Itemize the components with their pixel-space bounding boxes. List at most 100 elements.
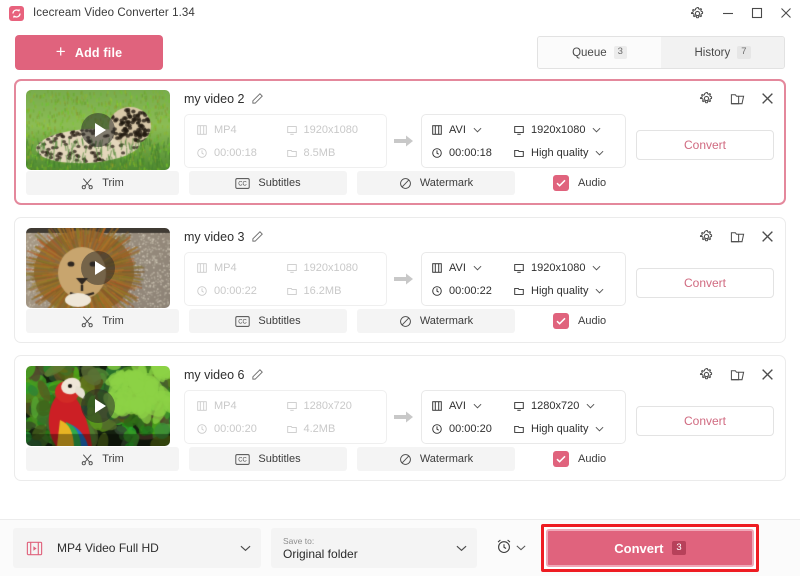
watermark-label: Watermark <box>419 453 474 465</box>
add-file-label: Add file <box>74 45 123 60</box>
trim-button[interactable]: Trim <box>26 309 179 333</box>
trim-button[interactable]: Trim <box>26 447 179 471</box>
card-remove-close-icon[interactable] <box>761 230 774 243</box>
source-info-box: MP4 1920x1080 00:00:18 8.5MB <box>184 114 387 168</box>
output-resolution-row[interactable]: 1920x1080 <box>513 120 616 139</box>
output-quality-row[interactable]: High quality <box>513 281 616 300</box>
card-convert-button[interactable]: Convert <box>636 406 774 436</box>
video-name-row: my video 6 <box>184 366 774 383</box>
folder-icon <box>513 147 525 159</box>
chevron-down-icon[interactable] <box>473 127 482 133</box>
schedule-timer-control[interactable] <box>495 537 526 560</box>
plus-icon: + <box>55 42 66 61</box>
folder-icon <box>513 423 525 435</box>
tab-queue[interactable]: Queue 3 <box>538 37 661 68</box>
chevron-down-icon[interactable] <box>473 403 482 409</box>
output-quality-row[interactable]: High quality <box>513 143 616 162</box>
chevron-down-icon[interactable] <box>456 545 467 552</box>
source-size: 8.5MB <box>303 146 336 159</box>
subtitles-button[interactable]: CC Subtitles <box>189 447 347 471</box>
card-settings-gear-icon[interactable] <box>699 91 714 106</box>
card-convert-button[interactable]: Convert <box>636 130 774 160</box>
maximize-icon[interactable] <box>742 0 771 26</box>
card-convert-button[interactable]: Convert <box>636 268 774 298</box>
audio-label: Audio <box>578 315 607 327</box>
source-size: 16.2MB <box>303 284 342 297</box>
chevron-down-icon[interactable] <box>473 265 482 271</box>
card-open-folder-icon[interactable] <box>730 230 745 244</box>
card-tools-row: Trim CC Subtitles Watermark Audio <box>26 171 774 195</box>
card-remove-close-icon[interactable] <box>761 92 774 105</box>
subtitles-button[interactable]: CC Subtitles <box>189 309 347 333</box>
audio-checkbox-row[interactable]: Audio <box>553 451 606 467</box>
pencil-icon[interactable] <box>251 368 264 381</box>
watermark-button[interactable]: Watermark <box>357 447 515 471</box>
video-thumbnail[interactable] <box>26 228 170 308</box>
save-to-select[interactable]: Save to: Original folder <box>271 528 477 568</box>
output-quality-row[interactable]: High quality <box>513 419 616 438</box>
output-duration: 00:00:22 <box>449 284 492 297</box>
source-format: MP4 <box>214 123 237 136</box>
pencil-icon[interactable] <box>251 230 264 243</box>
convert-all-button[interactable]: Convert 3 <box>546 529 754 567</box>
audio-checkbox[interactable] <box>553 313 569 329</box>
source-duration-row: 00:00:20 <box>196 419 286 438</box>
audio-checkbox-row[interactable]: Audio <box>553 313 606 329</box>
minimize-icon[interactable] <box>713 0 742 26</box>
tab-history[interactable]: History 7 <box>661 37 784 68</box>
queue-item-card[interactable]: my video 2 MP4 1920x1080 00:00:18 8.5MB … <box>14 79 786 205</box>
output-format-preset-select[interactable]: MP4 Video Full HD <box>13 528 261 568</box>
settings-gear-icon[interactable] <box>681 0 713 26</box>
film-icon <box>431 124 443 136</box>
folder-icon <box>286 423 298 435</box>
source-info-box: MP4 1920x1080 00:00:22 16.2MB <box>184 252 387 306</box>
chevron-down-icon[interactable] <box>595 426 604 432</box>
audio-checkbox[interactable] <box>553 175 569 191</box>
source-size: 4.2MB <box>303 422 336 435</box>
output-format-row[interactable]: AVI <box>431 396 513 415</box>
output-duration-row: 00:00:18 <box>431 143 513 162</box>
source-size-row: 16.2MB <box>286 281 376 300</box>
source-resolution-row: 1920x1080 <box>286 120 376 139</box>
watermark-button[interactable]: Watermark <box>357 309 515 333</box>
chevron-down-icon[interactable] <box>595 150 604 156</box>
queue-item-card[interactable]: my video 6 MP4 1280x720 00:00:20 4.2MB A… <box>14 355 786 481</box>
output-format-row[interactable]: AVI <box>431 120 513 139</box>
output-format-row[interactable]: AVI <box>431 258 513 277</box>
play-icon[interactable] <box>81 389 115 423</box>
clock-icon <box>196 147 208 159</box>
subtitles-button[interactable]: CC Subtitles <box>189 171 347 195</box>
chevron-down-icon[interactable] <box>592 265 601 271</box>
play-icon[interactable] <box>81 113 115 147</box>
tab-queue-count: 3 <box>613 46 627 59</box>
tab-history-count: 7 <box>737 46 751 59</box>
close-icon[interactable] <box>771 0 800 26</box>
queue-item-card[interactable]: my video 3 MP4 1920x1080 00:00:22 16.2MB… <box>14 217 786 343</box>
output-resolution-row[interactable]: 1280x720 <box>513 396 616 415</box>
play-icon[interactable] <box>81 251 115 285</box>
closed-caption-icon: CC <box>235 315 251 327</box>
chevron-down-icon[interactable] <box>586 403 595 409</box>
card-remove-close-icon[interactable] <box>761 368 774 381</box>
alarm-clock-icon[interactable] <box>495 537 513 560</box>
card-open-folder-icon[interactable] <box>730 368 745 382</box>
card-settings-gear-icon[interactable] <box>699 367 714 382</box>
chevron-down-icon[interactable] <box>592 127 601 133</box>
chevron-down-icon[interactable] <box>516 545 526 551</box>
chevron-down-icon[interactable] <box>595 288 604 294</box>
video-thumbnail[interactable] <box>26 366 170 446</box>
card-open-folder-icon[interactable] <box>730 92 745 106</box>
card-settings-gear-icon[interactable] <box>699 229 714 244</box>
arrow-right-icon <box>387 134 421 148</box>
audio-checkbox[interactable] <box>553 451 569 467</box>
add-file-button[interactable]: + Add file <box>15 35 163 70</box>
output-resolution-row[interactable]: 1920x1080 <box>513 258 616 277</box>
source-duration-row: 00:00:18 <box>196 143 286 162</box>
watermark-button[interactable]: Watermark <box>357 171 515 195</box>
queue-list: my video 2 MP4 1920x1080 00:00:18 8.5MB … <box>0 79 800 519</box>
pencil-icon[interactable] <box>251 92 264 105</box>
video-thumbnail[interactable] <box>26 90 170 170</box>
audio-checkbox-row[interactable]: Audio <box>553 175 606 191</box>
trim-button[interactable]: Trim <box>26 171 179 195</box>
chevron-down-icon[interactable] <box>240 545 251 552</box>
